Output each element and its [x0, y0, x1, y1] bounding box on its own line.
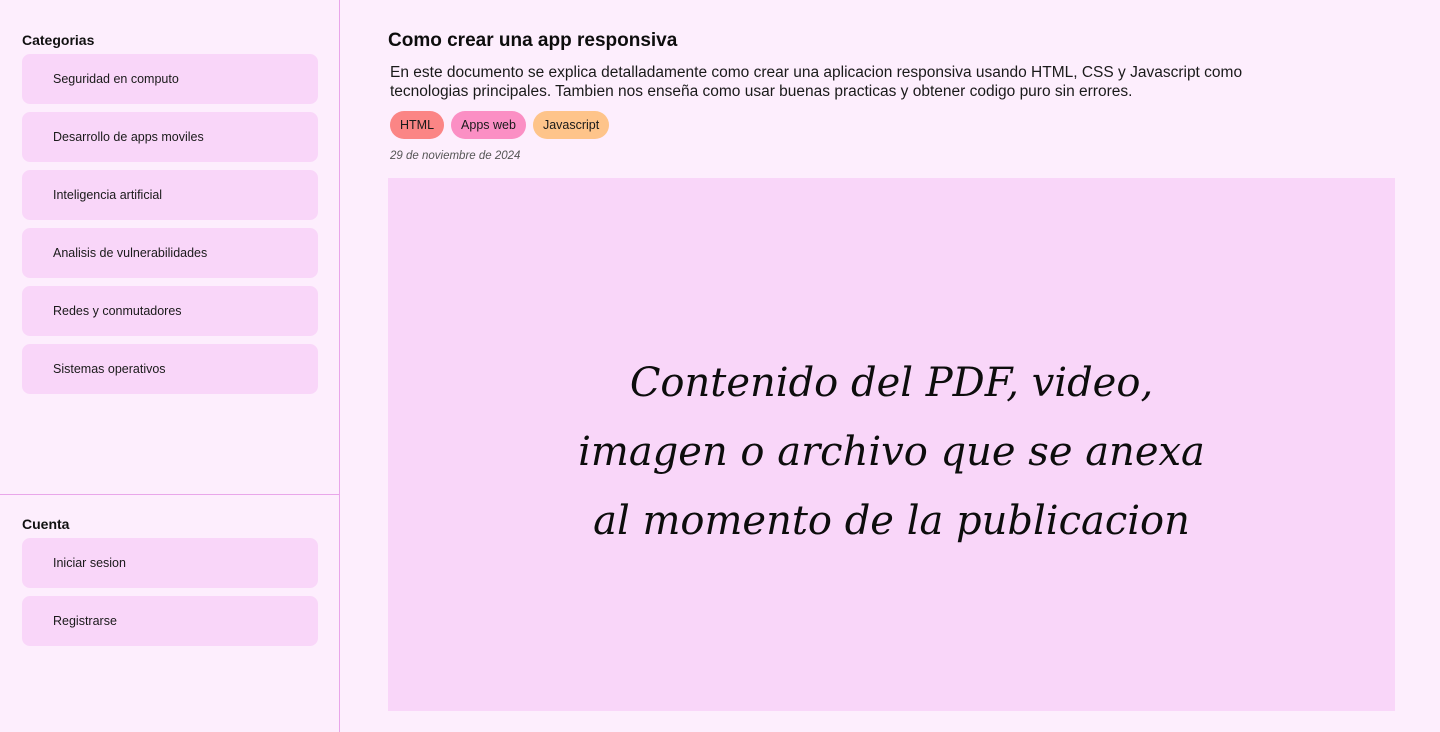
register-label: Registrarse	[53, 614, 117, 628]
categories-title: Categorias	[22, 32, 95, 48]
sidebar-item-redes-y-conmutadores[interactable]: Redes y conmutadores	[22, 286, 318, 336]
sidebar-item-label: Analisis de vulnerabilidades	[53, 246, 208, 260]
sidebar-item-label: Sistemas operativos	[53, 362, 166, 376]
app: Categorias Seguridad en computo Desarrol…	[0, 0, 1440, 732]
sidebar-item-seguridad-en-computo[interactable]: Seguridad en computo	[22, 54, 318, 104]
attachment-placeholder-text: Contenido del PDF, video, imagen o archi…	[578, 349, 1205, 556]
placeholder-line: al momento de la publicacion	[593, 498, 1190, 544]
sidebar-item-inteligencia-artificial[interactable]: Inteligencia artificial	[22, 170, 318, 220]
sidebar-item-label: Desarrollo de apps moviles	[53, 130, 204, 144]
tag-list: HTML Apps web Javascript	[390, 111, 610, 139]
main-content: Como crear una app responsiva En este do…	[388, 0, 1398, 732]
page-title: Como crear una app responsiva	[388, 30, 678, 51]
sidebar-item-label: Seguridad en computo	[53, 72, 179, 86]
account-title: Cuenta	[22, 516, 70, 532]
sidebar: Categorias Seguridad en computo Desarrol…	[0, 0, 340, 732]
login-label: Iniciar sesion	[53, 556, 126, 570]
sidebar-item-sistemas-operativos[interactable]: Sistemas operativos	[22, 344, 318, 394]
publication-date: 29 de noviembre de 2024	[390, 150, 521, 162]
placeholder-line: Contenido del PDF, video,	[629, 360, 1154, 406]
sidebar-item-analisis-de-vulnerabilidades[interactable]: Analisis de vulnerabilidades	[22, 228, 318, 278]
tag-javascript[interactable]: Javascript	[532, 111, 610, 139]
tag-html[interactable]: HTML	[390, 111, 445, 139]
register-button[interactable]: Registrarse	[22, 596, 318, 646]
login-button[interactable]: Iniciar sesion	[22, 538, 318, 588]
attachment-preview[interactable]: Contenido del PDF, video, imagen o archi…	[388, 178, 1395, 711]
sidebar-item-label: Inteligencia artificial	[53, 188, 163, 202]
placeholder-line: imagen o archivo que se anexa	[578, 429, 1205, 475]
document-description: En este documento se explica detalladame…	[390, 64, 1243, 100]
tag-apps-web[interactable]: Apps web	[451, 111, 526, 139]
sidebar-item-desarrollo-de-apps-moviles[interactable]: Desarrollo de apps moviles	[22, 112, 318, 162]
sidebar-item-label: Redes y conmutadores	[53, 304, 182, 318]
sidebar-divider	[0, 494, 340, 495]
